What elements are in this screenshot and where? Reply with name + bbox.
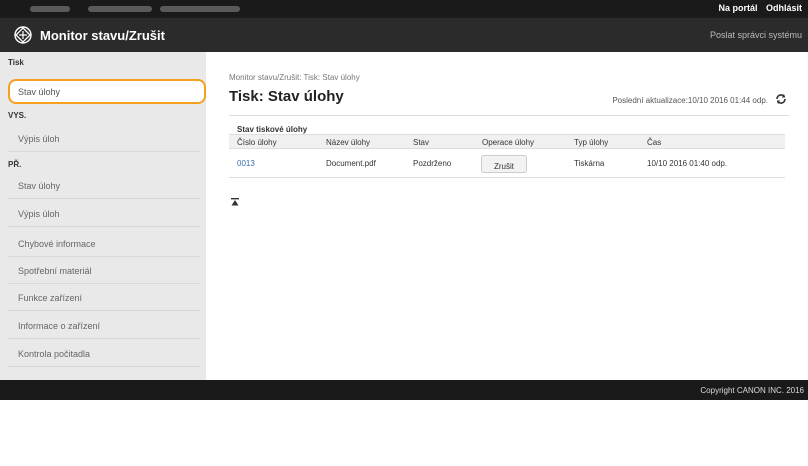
sidebar-section-tisk: Tisk: [8, 58, 24, 67]
divider: [229, 115, 789, 116]
copyright-text: Copyright CANON INC. 2016: [700, 386, 804, 395]
col-time: Čas: [647, 138, 662, 147]
logout-link[interactable]: Odhlásit: [766, 3, 802, 13]
table-header: Číslo úlohy Název úlohy Stav Operace úlo…: [229, 134, 785, 149]
breadcrumb: Monitor stavu/Zrušit: Tisk: Stav úlohy: [229, 73, 360, 82]
sidebar-item-label: Funkce zařízení: [18, 293, 83, 303]
app-title: Monitor stavu/Zrušit: [40, 28, 165, 43]
refresh-icon[interactable]: [774, 92, 788, 106]
sidebar-section-vys: VYS.: [8, 111, 27, 120]
job-name: Document.pdf: [326, 159, 376, 168]
sidebar-item-pr-job-list[interactable]: Výpis úloh: [8, 202, 200, 227]
col-job-name: Název úlohy: [326, 138, 371, 147]
sidebar-item-label: Chybové informace: [18, 239, 96, 249]
last-update-text: Poslední aktualizace:10/10 2016 01:44 od…: [612, 96, 768, 105]
page: Na portál Odhlásit Monitor stavu/Zrušit …: [0, 0, 808, 466]
main-content: Monitor stavu/Zrušit: Tisk: Stav úlohy T…: [206, 52, 808, 380]
footer: Copyright CANON INC. 2016: [0, 380, 808, 400]
sidebar-item-label: Spotřební materiál: [18, 266, 92, 276]
col-job-operation: Operace úlohy: [482, 138, 535, 147]
sidebar-section-pr: PŘ.: [8, 160, 22, 169]
sidebar-item-label: Stav úlohy: [18, 181, 61, 191]
back-to-top-icon[interactable]: [231, 198, 239, 206]
sidebar: Tisk Stav úlohy VYS. Výpis úloh PŘ. Stav…: [0, 52, 206, 380]
job-type: Tiskárna: [574, 159, 605, 168]
monitor-logo-icon: [14, 26, 32, 44]
section-title: Stav tiskové úlohy: [237, 125, 308, 134]
sidebar-item-pr-job-status[interactable]: Stav úlohy: [8, 174, 200, 199]
job-status: Pozdrženo: [413, 159, 452, 168]
sidebar-item-counter-check[interactable]: Kontrola počitadla: [8, 342, 200, 367]
sidebar-item-consumables[interactable]: Spotřební materiál: [8, 259, 200, 284]
sidebar-item-label: Výpis úloh: [18, 134, 60, 144]
app-header: Monitor stavu/Zrušit Poslat správci syst…: [0, 18, 808, 52]
cancel-job-button[interactable]: Zrušit: [481, 155, 527, 173]
col-status: Stav: [413, 138, 430, 147]
page-title: Tisk: Stav úlohy: [229, 88, 344, 105]
sysadmin-link[interactable]: Poslat správci systému: [710, 30, 802, 40]
blurred-device-name: [88, 6, 152, 12]
portal-link[interactable]: Na portál: [718, 3, 757, 13]
job-time: 10/10 2016 01:40 odp.: [647, 159, 728, 168]
sidebar-item-label: Stav úlohy: [18, 87, 61, 97]
col-job-number: Číslo úlohy: [237, 138, 277, 147]
blurred-device-name: [30, 6, 70, 12]
sidebar-item-tisk-job-status[interactable]: Stav úlohy: [8, 79, 206, 104]
sidebar-item-vys-job-list[interactable]: Výpis úloh: [8, 127, 200, 152]
sidebar-item-device-info[interactable]: Informace o zařízení: [8, 314, 200, 339]
sidebar-item-error-info[interactable]: Chybové informace: [8, 232, 200, 257]
blurred-device-name: [160, 6, 240, 12]
sidebar-item-label: Informace o zařízení: [18, 321, 101, 331]
sidebar-item-label: Výpis úloh: [18, 209, 60, 219]
col-job-type: Typ úlohy: [574, 138, 609, 147]
table-row: 0013 Document.pdf Pozdrženo Zrušit Tiská…: [229, 150, 785, 178]
sidebar-item-label: Kontrola počitadla: [18, 349, 91, 359]
sidebar-item-device-features[interactable]: Funkce zařízení: [8, 286, 200, 311]
top-links: Na portál Odhlásit: [712, 3, 802, 13]
job-number-link[interactable]: 0013: [237, 159, 255, 168]
top-bar: Na portál Odhlásit: [0, 0, 808, 18]
